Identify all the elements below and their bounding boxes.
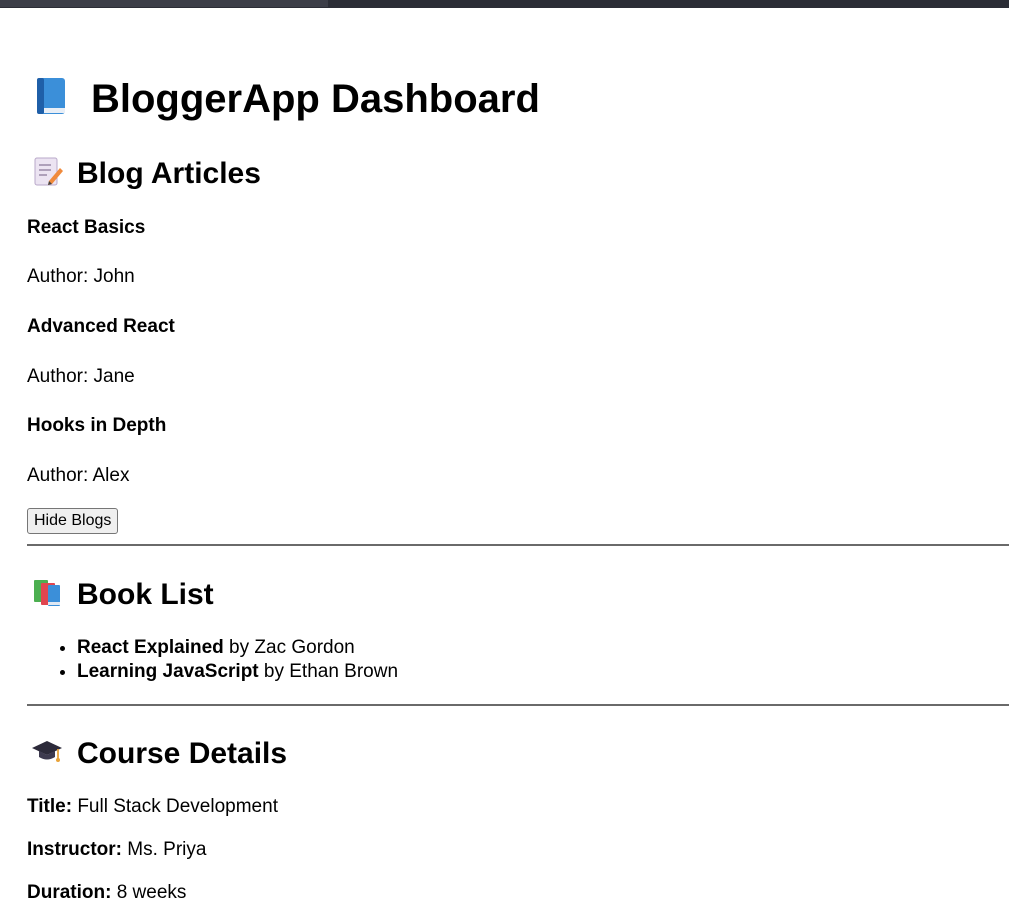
course-instructor-row: Instructor: Ms. Priya [27, 839, 206, 861]
blue-book-icon [31, 76, 71, 126]
course-details-heading: Course Details [31, 735, 287, 775]
course-field-label: Title: [27, 796, 73, 817]
book-list-heading: Book List [31, 576, 214, 616]
course-duration-row: Duration: 8 weeks [27, 882, 186, 904]
blog-article-title: Advanced React [27, 316, 175, 337]
book-title: React Explained [77, 637, 224, 658]
course-field-label: Instructor: [27, 839, 122, 860]
book-author: by Ethan Brown [258, 661, 399, 682]
blog-article-title: React Basics [27, 217, 146, 238]
hide-blogs-button[interactable]: Hide Blogs [27, 508, 119, 534]
books-icon [31, 576, 63, 616]
section-divider [27, 544, 1009, 546]
book-list: React Explained by Zac Gordon Learning J… [27, 636, 398, 684]
book-list-item: Learning JavaScript by Ethan Brown [77, 660, 398, 684]
app-title-text: BloggerApp Dashboard [91, 77, 540, 121]
blog-articles-heading-text: Blog Articles [77, 156, 261, 190]
course-field-value: Full Stack Development [72, 796, 278, 817]
blog-article-title: Hooks in Depth [27, 415, 167, 436]
graduation-cap-icon [31, 735, 63, 775]
blog-article-author: Author: John [27, 266, 135, 287]
blog-articles-heading: Blog Articles [31, 155, 261, 195]
course-details-heading-text: Course Details [77, 736, 288, 770]
course-field-label: Duration: [27, 882, 112, 903]
course-field-value: Ms. Priya [122, 839, 207, 860]
book-title: Learning JavaScript [77, 661, 259, 682]
section-divider [27, 704, 1009, 706]
book-list-item: React Explained by Zac Gordon [77, 636, 398, 660]
course-title-row: Title: Full Stack Development [27, 796, 278, 818]
blog-article-author: Author: Alex [27, 465, 130, 486]
page-title: BloggerApp Dashboard [31, 76, 540, 126]
browser-tab-strip [0, 0, 328, 7]
browser-top-bar [0, 0, 1009, 8]
memo-icon [31, 155, 63, 195]
blog-article-author: Author: Jane [27, 366, 135, 387]
book-author: by Zac Gordon [223, 637, 355, 658]
book-list-heading-text: Book List [77, 577, 214, 611]
course-field-value: 8 weeks [111, 882, 187, 903]
